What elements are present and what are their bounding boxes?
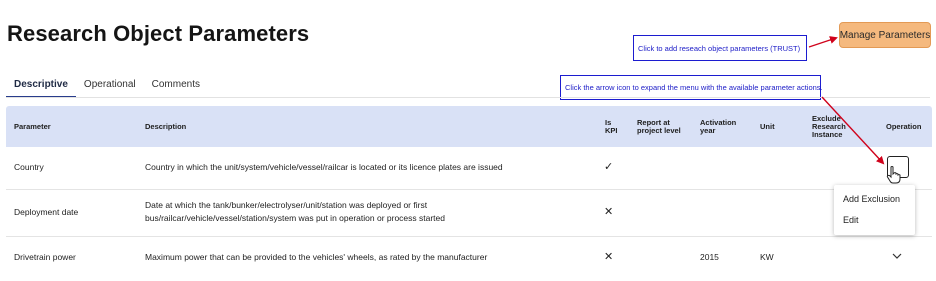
table-row: Country Country in which the unit/system… [6,147,932,190]
tab-descriptive[interactable]: Descriptive [6,76,76,98]
header-is-kpi: Is KPI [605,119,618,135]
table-row: Drivetrain power Maximum power that can … [6,237,932,279]
header-unit: Unit [760,122,775,131]
row-description: Country in which the unit/system/vehicle… [145,162,503,172]
header-exclude-line3: Instance [812,130,843,139]
hand-cursor-icon [886,166,901,184]
arrow-to-manage-button [808,36,838,48]
menu-item-edit[interactable]: Edit [843,215,859,225]
tab-divider [6,97,930,98]
tab-bar: Descriptive Operational Comments [6,76,208,98]
tab-comments[interactable]: Comments [144,76,208,95]
row-description-line2: bus/railcar/vehicle/vessel/station/syste… [145,213,445,223]
chevron-down-icon[interactable] [892,252,902,260]
callout-add-parameters: Click to add reseach object parameters (… [633,35,807,61]
header-is-kpi-line2: KPI [605,126,618,135]
header-exclude-research-instance: Exclude Research Instance [812,115,846,139]
parameters-table: Parameter Description Is KPI Report at p… [6,106,932,279]
menu-item-add-exclusion[interactable]: Add Exclusion [843,194,900,204]
header-parameter: Parameter [14,122,51,131]
table-header: Parameter Description Is KPI Report at p… [6,106,932,147]
row-description: Maximum power that can be provided to th… [145,252,488,262]
row-parameter: Drivetrain power [14,252,76,262]
manage-parameters-button[interactable]: Manage Parameters [839,22,931,48]
table-row: Deployment date Date at which the tank/b… [6,190,932,237]
row-unit: KW [760,252,774,262]
page-title: Research Object Parameters [7,21,310,46]
tab-operational[interactable]: Operational [76,76,144,95]
header-report-line2: project level [637,126,681,135]
header-description: Description [145,122,187,131]
row-description: Date at which the tank/bunker/electrolys… [145,199,445,225]
header-activation-year: Activation year [700,119,736,135]
header-activation-line2: year [700,126,716,135]
header-report-project-level: Report at project level [637,119,681,135]
kpi-cross-icon: ✕ [604,251,614,263]
header-operation: Operation [886,122,922,131]
row-parameter: Country [14,162,44,172]
kpi-check-icon: ✓ [604,161,614,173]
kpi-cross-icon: ✕ [604,206,614,218]
row-activation-year: 2015 [700,252,719,262]
operation-dropdown-menu: Add Exclusion Edit [834,185,915,235]
row-description-line1: Date at which the tank/bunker/electrolys… [145,200,428,210]
row-parameter: Deployment date [14,207,79,217]
